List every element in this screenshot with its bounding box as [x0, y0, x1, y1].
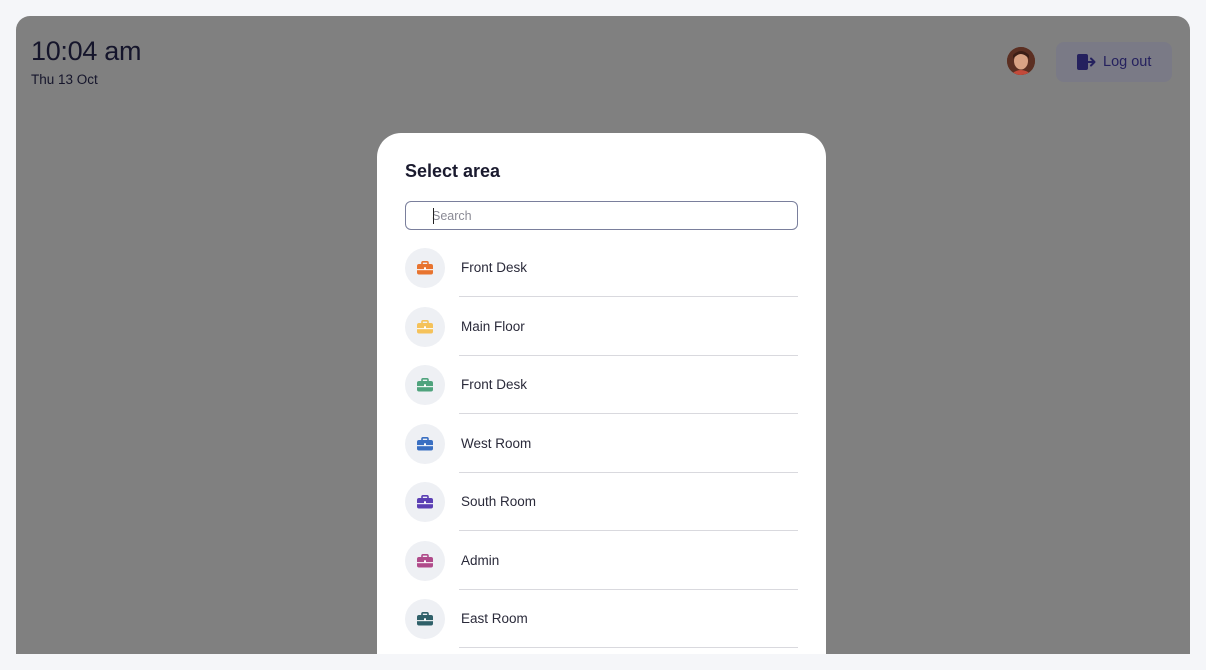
- area-item[interactable]: East Room: [405, 599, 798, 654]
- area-label: Main Floor: [461, 318, 525, 334]
- briefcase-icon: [417, 261, 433, 275]
- briefcase-icon: [417, 553, 433, 567]
- area-item[interactable]: Front Desk: [405, 248, 798, 307]
- select-area-dialog: Select area Front DeskMain FloorFront De…: [377, 133, 826, 654]
- briefcase-icon: [417, 495, 433, 509]
- divider: [459, 588, 798, 590]
- area-icon-circle: [405, 482, 445, 522]
- divider: [459, 530, 798, 531]
- briefcase-icon: [417, 436, 433, 450]
- clock-time: 10:04 am: [31, 36, 142, 66]
- area-item[interactable]: Main Floor: [405, 306, 798, 366]
- app-window: 10:04 am Thu 13 Oct Log out Select area …: [16, 16, 1190, 654]
- area-label: Front Desk: [461, 377, 528, 392]
- divider: [459, 296, 798, 297]
- area-icon-circle: [405, 540, 445, 581]
- area-icon-circle: [405, 423, 445, 464]
- logout-button[interactable]: Log out: [1056, 42, 1172, 82]
- area-icon-circle: [405, 248, 445, 288]
- area-item[interactable]: Admin: [405, 540, 798, 600]
- divider: [459, 647, 798, 648]
- logout-icon: [1077, 54, 1096, 70]
- briefcase-icon: [417, 378, 433, 392]
- divider: [459, 413, 798, 414]
- divider: [459, 471, 798, 473]
- area-list: Front Desk Main Floor Front Desk West Room S…: [405, 248, 798, 654]
- area-label: Admin: [461, 552, 500, 568]
- clock: 10:04 am Thu 13 Oct: [31, 36, 141, 87]
- user-avatar[interactable]: [1007, 47, 1035, 75]
- search-input[interactable]: [432, 208, 772, 223]
- area-item[interactable]: West Room: [405, 423, 798, 483]
- area-label: West Room: [461, 435, 532, 451]
- area-label: South Room: [461, 494, 537, 509]
- logout-label: Log out: [1103, 54, 1152, 70]
- area-label: Front Desk: [461, 260, 528, 275]
- clock-date: Thu 13 Oct: [31, 72, 98, 87]
- area-item[interactable]: South Room: [405, 482, 798, 541]
- area-icon-circle: [405, 306, 445, 347]
- area-item[interactable]: Front Desk: [405, 365, 798, 424]
- briefcase-icon: [417, 319, 433, 333]
- dialog-title: Select area: [405, 161, 501, 181]
- avatar-image: [1007, 47, 1035, 75]
- divider: [459, 354, 798, 356]
- area-icon-circle: [405, 365, 445, 405]
- area-label: East Room: [461, 611, 528, 626]
- area-icon-circle: [405, 599, 445, 639]
- text-caret: [433, 208, 434, 224]
- briefcase-icon: [417, 612, 433, 626]
- search-field[interactable]: [405, 201, 798, 230]
